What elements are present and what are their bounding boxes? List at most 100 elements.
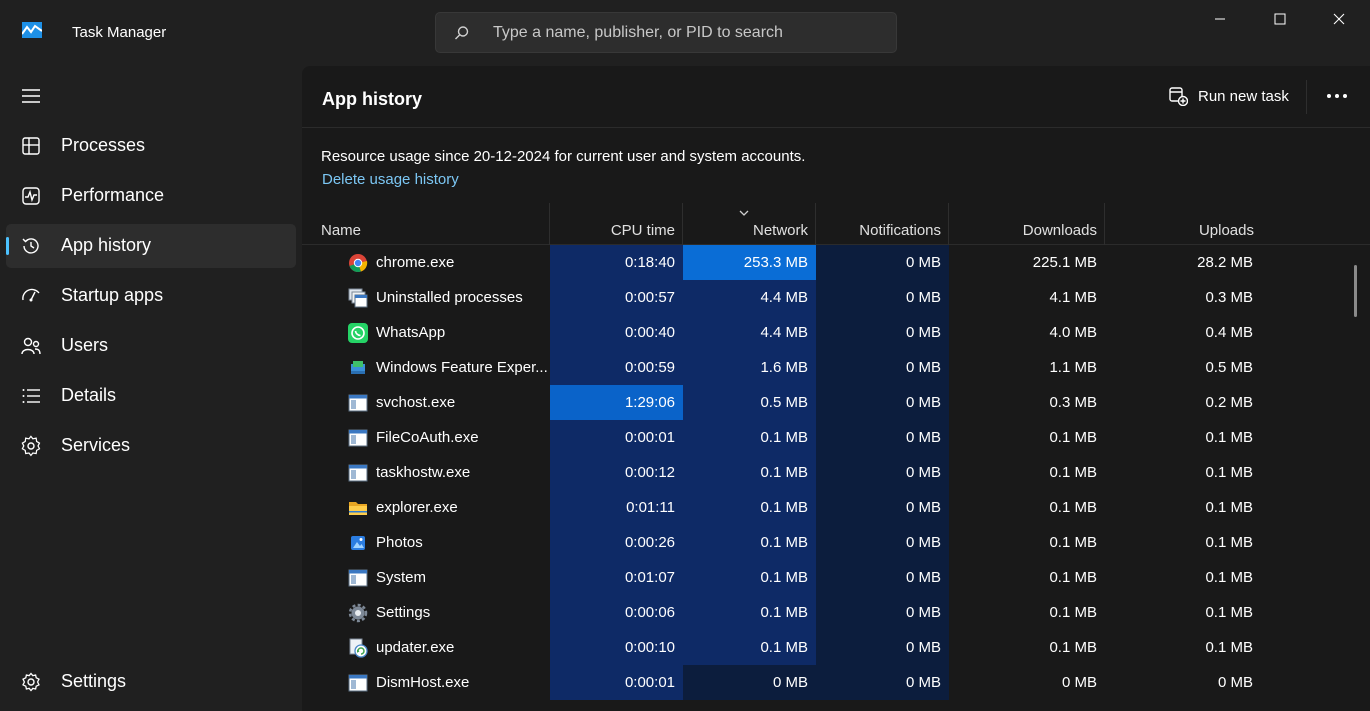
app-name-cell: taskhostw.exe xyxy=(302,455,550,490)
name-value: Settings xyxy=(376,604,431,621)
uploads-cell: 0.1 MB xyxy=(1105,455,1261,490)
table-row[interactable]: chrome.exe 0:18:40 253.3 MB 0 MB 225.1 MB 28.… xyxy=(302,245,1370,280)
network-cell: 0.1 MB xyxy=(683,490,816,525)
uploads-cell: 0.1 MB xyxy=(1105,560,1261,595)
app-name-cell: Uninstalled processes xyxy=(302,280,550,315)
downloads-cell: 4.1 MB xyxy=(949,280,1105,315)
task-manager-logo-icon xyxy=(22,22,42,38)
table-row[interactable]: explorer.exe 0:01:11 0.1 MB 0 MB 0.1 MB 0.1 M… xyxy=(302,490,1370,525)
page-title: App history xyxy=(322,89,423,109)
nav-item-services[interactable]: Services xyxy=(6,424,296,468)
main-panel: App history Run new task Resource usage … xyxy=(302,66,1370,711)
downloads-cell: 0.1 MB xyxy=(949,560,1105,595)
downloads-cell: 0.1 MB xyxy=(949,455,1105,490)
network-value: 0.1 MB xyxy=(760,569,808,586)
table-row[interactable]: Settings 0:00:06 0.1 MB 0 MB 0.1 MB 0.1 MB xyxy=(302,595,1370,630)
nav-item-app-history[interactable]: App history xyxy=(6,224,296,268)
nav-item-performance[interactable]: Performance xyxy=(6,174,296,218)
hamburger-menu-icon[interactable] xyxy=(21,87,41,105)
nav-label-users: Users xyxy=(61,335,109,355)
network-cell: 1.6 MB xyxy=(683,350,816,385)
table-row[interactable]: FileCoAuth.exe 0:00:01 0.1 MB 0 MB 0.1 MB 0.1… xyxy=(302,420,1370,455)
search-input[interactable]: Type a name, publisher, or PID to search xyxy=(493,24,783,42)
notifications-value: 0 MB xyxy=(905,289,941,306)
notifications-value: 0 MB xyxy=(905,429,941,446)
downloads-value: 4.0 MB xyxy=(1049,324,1097,341)
uploads-column-header[interactable]: Uploads xyxy=(1105,203,1261,245)
name-value: updater.exe xyxy=(376,639,455,656)
vertical-scrollbar[interactable] xyxy=(1354,265,1357,317)
cpu-time-column-header-label: CPU time xyxy=(610,222,675,239)
cpu-cell: 0:00:10 xyxy=(550,630,683,665)
table-row[interactable]: Uninstalled processes 0:00:57 4.4 MB 0 MB 4.… xyxy=(302,280,1370,315)
name-value: DismHost.exe xyxy=(376,674,470,691)
app-name-cell: System xyxy=(302,560,550,595)
table-row[interactable]: updater.exe 0:00:10 0.1 MB 0 MB 0.1 MB 0.1 MB xyxy=(302,630,1370,665)
close-button[interactable] xyxy=(1309,0,1369,38)
network-value: 0.1 MB xyxy=(760,499,808,516)
name-value: chrome.exe xyxy=(376,254,455,271)
cpu-time-column-header[interactable]: CPU time xyxy=(550,203,683,245)
notifications-cell: 0 MB xyxy=(816,280,949,315)
nav-item-details[interactable]: Details xyxy=(6,374,296,418)
network-cell: 4.4 MB xyxy=(683,315,816,350)
more-options-button[interactable] xyxy=(1324,86,1350,106)
cpu-value: 0:01:07 xyxy=(624,569,675,586)
name-column-header[interactable]: Name xyxy=(302,203,550,245)
maximize-icon xyxy=(1274,13,1286,25)
name-value: svchost.exe xyxy=(376,394,456,411)
cpu-value: 0:00:01 xyxy=(624,674,675,691)
network-column-header[interactable]: Network xyxy=(683,203,816,245)
network-value: 0.1 MB xyxy=(760,464,808,481)
table-row[interactable]: System 0:01:07 0.1 MB 0 MB 0.1 MB 0.1 MB xyxy=(302,560,1370,595)
nav-item-users[interactable]: Users xyxy=(6,324,296,368)
notifications-cell: 0 MB xyxy=(816,385,949,420)
downloads-cell: 0.3 MB xyxy=(949,385,1105,420)
table-row[interactable]: DismHost.exe 0:00:01 0 MB 0 MB 0 MB 0 MB xyxy=(302,665,1370,700)
photos-icon xyxy=(348,533,368,553)
network-cell: 4.4 MB xyxy=(683,280,816,315)
table-row[interactable]: Windows Feature Exper... 0:00:59 1.6 MB 0 M… xyxy=(302,350,1370,385)
table-row[interactable]: Photos 0:00:26 0.1 MB 0 MB 0.1 MB 0.1 MB xyxy=(302,525,1370,560)
app-name-cell: WhatsApp xyxy=(302,315,550,350)
notifications-cell: 0 MB xyxy=(816,630,949,665)
maximize-button[interactable] xyxy=(1250,0,1310,38)
downloads-value: 0 MB xyxy=(1061,674,1097,691)
uploads-cell: 0 MB xyxy=(1105,665,1261,700)
network-cell: 253.3 MB xyxy=(683,245,816,280)
table-row[interactable]: svchost.exe 1:29:06 0.5 MB 0 MB 0.3 MB 0.2 MB xyxy=(302,385,1370,420)
minimize-button[interactable] xyxy=(1190,0,1250,38)
table-row[interactable]: taskhostw.exe 0:00:12 0.1 MB 0 MB 0.1 MB 0.1 … xyxy=(302,455,1370,490)
notifications-cell: 0 MB xyxy=(816,245,949,280)
name-value: Uninstalled processes xyxy=(376,289,523,306)
delete-usage-history-link[interactable]: Delete usage history xyxy=(322,171,459,188)
notifications-value: 0 MB xyxy=(905,324,941,341)
downloads-value: 4.1 MB xyxy=(1049,289,1097,306)
cpu-cell: 0:00:12 xyxy=(550,455,683,490)
notifications-cell: 0 MB xyxy=(816,665,949,700)
sort-descending-icon xyxy=(739,210,749,216)
nav-item-settings[interactable]: Settings xyxy=(6,660,296,704)
nav-item-processes[interactable]: Processes xyxy=(6,124,296,168)
table-row[interactable]: WhatsApp 0:00:40 4.4 MB 0 MB 4.0 MB 0.4 MB xyxy=(302,315,1370,350)
search-box[interactable]: Type a name, publisher, or PID to search xyxy=(435,12,897,53)
run-task-icon xyxy=(1169,87,1188,106)
services-icon xyxy=(21,435,41,457)
nav-item-startup-apps[interactable]: Startup apps xyxy=(6,274,296,318)
uploads-cell: 0.4 MB xyxy=(1105,315,1261,350)
title-bar: Task Manager Type a name, publisher, or … xyxy=(0,0,1370,66)
notifications-cell: 0 MB xyxy=(816,560,949,595)
downloads-value: 0.3 MB xyxy=(1049,394,1097,411)
app-name-cell: Photos xyxy=(302,525,550,560)
downloads-column-header[interactable]: Downloads xyxy=(949,203,1105,245)
header-divider xyxy=(1306,80,1307,114)
notifications-column-header[interactable]: Notifications xyxy=(816,203,949,245)
window-app-icon xyxy=(348,428,368,448)
uploads-value: 0.1 MB xyxy=(1205,429,1253,446)
network-value: 0.1 MB xyxy=(760,604,808,621)
name-value: explorer.exe xyxy=(376,499,458,516)
uploads-value: 0.1 MB xyxy=(1205,499,1253,516)
notifications-value: 0 MB xyxy=(905,604,941,621)
uploads-value: 0.1 MB xyxy=(1205,569,1253,586)
downloads-value: 0.1 MB xyxy=(1049,639,1097,656)
